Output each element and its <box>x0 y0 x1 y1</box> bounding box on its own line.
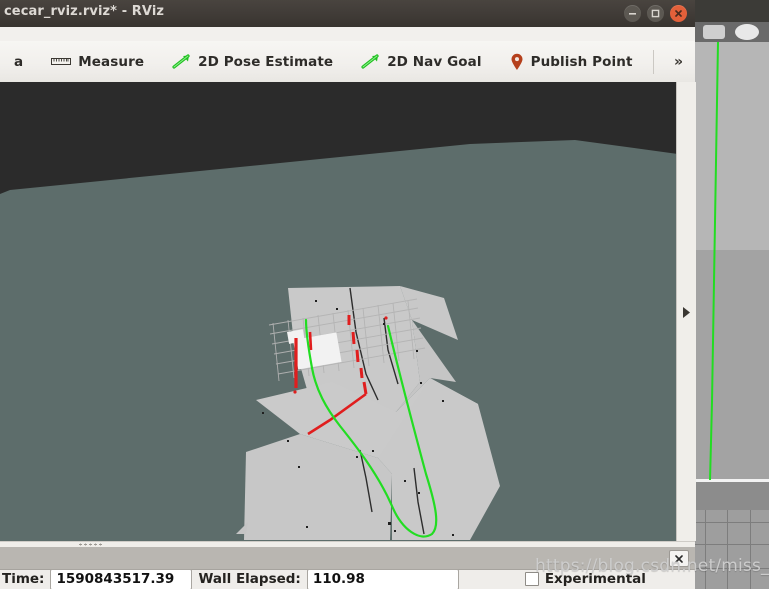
background-window-titlebar[interactable] <box>695 0 769 22</box>
toolbar-item-publish-point[interactable]: Publish Point <box>496 44 647 79</box>
wall-elapsed-value-field[interactable]: 110.98 <box>306 568 459 589</box>
green-arrow-icon <box>361 54 380 69</box>
toolbar: a Measure 2D Pose Estimate 2D Nav Goal P… <box>0 41 695 83</box>
toolbar-overflow-button[interactable]: » <box>674 54 695 70</box>
map-pin-icon <box>510 53 524 71</box>
background-window-grid-pane <box>695 510 769 589</box>
window-controls <box>624 5 687 22</box>
panel-expand-arrow-icon[interactable] <box>679 305 693 319</box>
close-button[interactable] <box>670 5 687 22</box>
maximize-button[interactable] <box>647 5 664 22</box>
wall-elapsed-label: Wall Elapsed: <box>198 571 301 587</box>
3d-render-view[interactable] <box>0 82 676 541</box>
experimental-label: Experimental <box>544 571 646 587</box>
toolbar-separator <box>652 49 654 74</box>
time-value-field[interactable]: 1590843517.39 <box>50 568 193 589</box>
window-title: cecar_rviz.rviz* - RViz <box>4 4 165 19</box>
toolbar-item-2d-pose-estimate[interactable]: 2D Pose Estimate <box>158 44 347 79</box>
ruler-icon <box>51 56 72 67</box>
experimental-checkbox[interactable] <box>524 572 539 586</box>
toolbar-item-camera[interactable]: a <box>0 44 37 79</box>
green-arrow-icon <box>172 54 191 69</box>
splitter-grip[interactable] <box>78 543 104 546</box>
screen: cecar_rviz.rviz* - RViz a Measure 2D Pos… <box>0 0 769 589</box>
rviz-window: cecar_rviz.rviz* - RViz a Measure 2D Pos… <box>0 0 696 589</box>
time-label: Time: <box>2 571 45 587</box>
toolbar-item-2d-pose-estimate-label: 2D Pose Estimate <box>198 53 334 70</box>
menubar[interactable] <box>0 27 695 42</box>
toolbar-item-2d-nav-goal[interactable]: 2D Nav Goal <box>347 44 495 79</box>
titlebar[interactable]: cecar_rviz.rviz* - RViz <box>0 0 695 28</box>
toolbar-item-publish-point-label: Publish Point <box>530 53 633 70</box>
background-window-tool-sphere-icon <box>735 24 759 40</box>
toolbar-item-2d-nav-goal-label: 2D Nav Goal <box>387 53 482 70</box>
3d-scene <box>0 140 676 541</box>
bottom-panel: Time: 1590843517.39 Wall Elapsed: 110.98… <box>0 547 695 589</box>
bottom-panel-close-button[interactable] <box>669 550 689 567</box>
toolbar-item-measure[interactable]: Measure <box>37 44 158 79</box>
bottom-panel-header <box>0 547 695 570</box>
toolbar-item-camera-label: a <box>14 53 24 70</box>
status-bar: Time: 1590843517.39 Wall Elapsed: 110.98… <box>0 568 697 589</box>
background-window-lower-band <box>695 482 769 510</box>
toolbar-item-measure-label: Measure <box>78 53 145 70</box>
minimize-button[interactable] <box>624 5 641 22</box>
background-window-trajectory <box>709 42 719 480</box>
background-window-tool-cube-icon <box>703 25 725 39</box>
